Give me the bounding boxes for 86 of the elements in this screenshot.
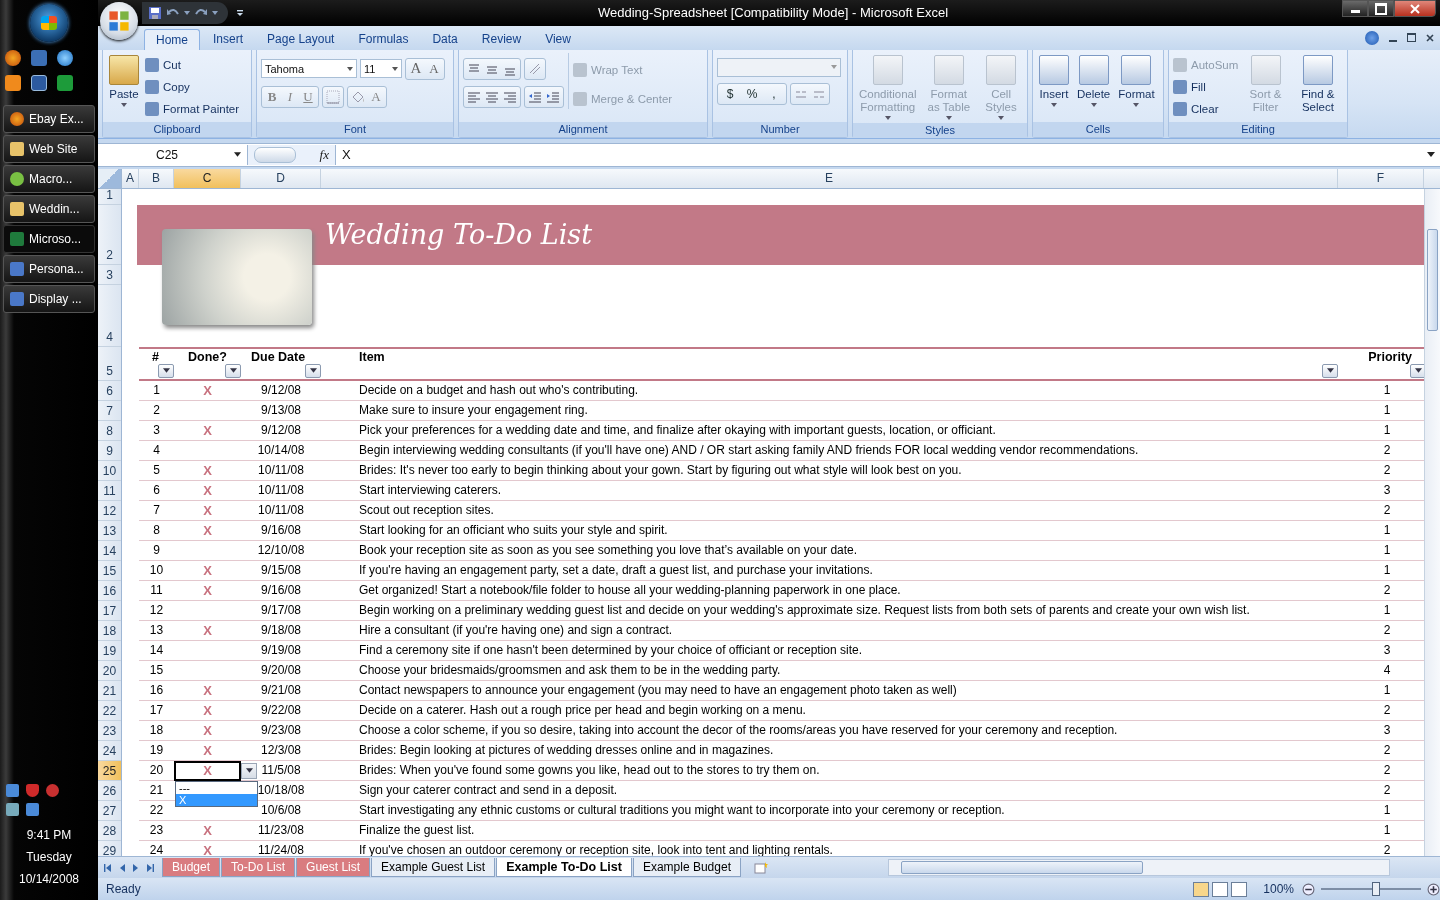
group-label: Styles [853,122,1027,138]
table-cell: 8 [139,520,174,541]
status-text: Ready [106,882,141,897]
zoom-level: 100% [1263,882,1294,897]
table-cell: 9/18/08 [241,620,321,641]
table-cell: Book your reception site as soon as you see something you love that’s available on your date. [321,540,1338,561]
clock-time: 9:41 PM [25,827,73,844]
group-label: Cells [1033,121,1163,137]
table-cell: 4 [139,440,174,461]
table-cell: 9/16/08 [241,520,321,541]
table-cell: Hire a consultant (if you're having one) and sign a contract. [321,620,1338,641]
table-cell: Sign your caterer contract and send in a deposit. [321,780,1338,801]
table-cell: Start interviewing caterers. [321,480,1338,501]
table-cell: 9/23/08 [241,720,321,741]
table-cell: Finalize the guest list. [321,820,1338,841]
table-cell: 10/11/08 [241,460,321,481]
table-cell: Start investigating any ethnic customs or cultural traditions you might want to incorporate into your ceremony or reception. [321,800,1338,821]
table-cell: Scout out reception sites. [321,500,1338,521]
table-cell: 23 [139,820,174,841]
table-cell: 9/20/08 [241,660,321,681]
table-cell: 9/15/08 [241,560,321,581]
table-cell: 10/11/08 [241,500,321,521]
table-cell: Begin working on a preliminary wedding guest list and decide on your wedding's approximate size. Request lists from both sets of parents and create your own wish list. [321,600,1338,621]
table-cell: 22 [139,800,174,821]
table-cell: 3 [139,420,174,441]
group-label: Editing [1169,121,1347,137]
table-cell: 9/21/08 [241,680,321,701]
group-label: Number [713,121,847,137]
clock-date: 10/14/2008 [17,871,81,888]
table-cell: 12/10/08 [241,540,321,561]
table-cell: 5 [139,460,174,481]
table-cell: Start looking for an officiant who suits your style and spirit. [321,520,1338,541]
table-cell: 13 [139,620,174,641]
table-cell: 10 [139,560,174,581]
column-heading: Due Date [250,349,307,364]
group-label: Clipboard [103,121,251,137]
column-heading: Item [358,349,386,364]
table-cell: Make sure to insure your engagement ring. [321,400,1338,421]
table-cell: 9/17/08 [241,600,321,621]
table-cell: Brides: Begin looking at pictures of wedding dresses online and in magazines. [321,740,1338,761]
table-cell: 9/22/08 [241,700,321,721]
table-cell: 17 [139,700,174,721]
table-cell: Brides: When you've found some gowns you like, head out to the stores to try them on. [321,760,1338,781]
table-cell: If you're having an engagement party, set a date, draft a guest list, and purchase your invitations. [321,560,1338,581]
table-cell: 9/13/08 [241,400,321,421]
table-cell: Begin interviewing wedding consultants (if you'll have one) AND / OR start asking family AND friends FOR local wedding vendor recommendations. [321,440,1338,461]
column-heading: Done? [187,349,228,364]
sheet-title: Wedding To-Do List [325,219,593,251]
table-cell: 19 [139,740,174,761]
table-cell: 10/11/08 [241,480,321,501]
table-cell: 2 [139,400,174,421]
clock-day: Tuesday [6,846,92,868]
table-cell: Pick your preferences for a wedding date and time, and finalize after okaying with important guests, location, or officiant. [321,420,1338,441]
table-cell: 21 [139,780,174,801]
table-cell: 11/23/08 [241,820,321,841]
column-heading: Priority [1367,349,1413,364]
table-cell: Decide on a caterer. Hash out a rough price per head and begin working on a menu. [321,700,1338,721]
table-cell: 12/3/08 [241,740,321,761]
table-cell: Choose a color scheme, if you so desire, taking into account the decor of the rooms/areas you have reserved for your ceremony and reception. [321,720,1338,741]
window-title: Wedding-Spreadsheet [Compatibility Mode] - Microsoft Excel [596,5,950,21]
column-heading: # [151,349,160,364]
table-cell: Get organized! Start a notebook/file folder to house all your wedding-planning paperwork in one place. [321,580,1338,601]
group-label: Font [257,121,453,137]
table-cell: 15 [139,660,174,681]
table-cell: 12 [139,600,174,621]
table-cell: Contact newspapers to announce your engagement (you may need to have an engagement photo taken as well) [321,680,1338,701]
table-cell: 9/12/08 [241,420,321,441]
table-cell: Decide on a budget and hash out who's contributing. [321,380,1338,401]
table-cell: Find a ceremony site if one hasn't been determined by your choice of officiant or reception site. [321,640,1338,661]
table-cell: 9 [139,540,174,561]
table-cell: 10/14/08 [241,440,321,461]
table-cell: 14 [139,640,174,661]
table-cell: Brides: It's never too early to begin thinking about your gown. Start by figuring out what style will look best on you. [321,460,1338,481]
group-label: Alignment [459,121,707,137]
table-cell: 6 [139,480,174,501]
table-cell: 16 [139,680,174,701]
table-cell: 20 [139,760,174,781]
table-cell: 9/12/08 [241,380,321,401]
table-cell: 9/19/08 [241,640,321,661]
table-cell: Choose your bridesmaids/groomsmen and ask them to be in the wedding party. [321,660,1338,681]
table-cell: 7 [139,500,174,521]
table-cell: 1 [139,380,174,401]
table-cell: 9/16/08 [241,580,321,601]
table-cell: 10/6/08 [241,800,321,821]
table-cell: 11 [139,580,174,601]
table-cell: 18 [139,720,174,741]
